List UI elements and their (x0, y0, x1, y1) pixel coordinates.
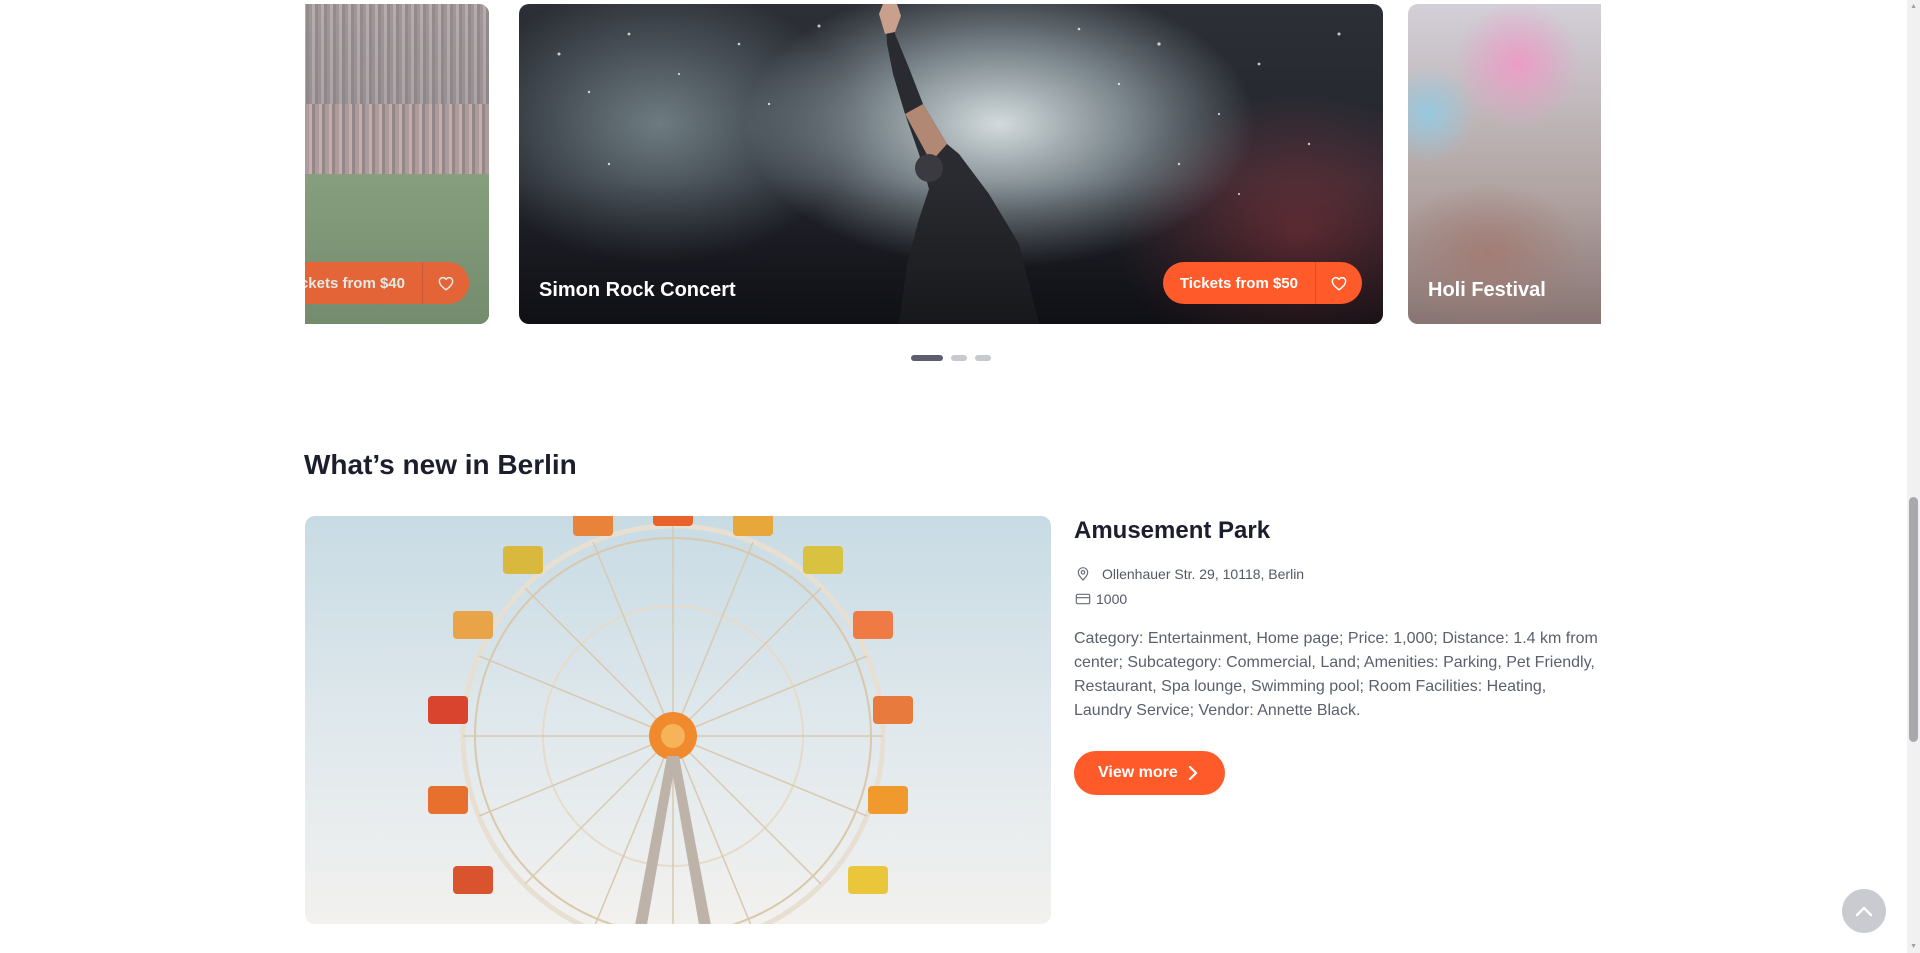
feature-info: Amusement Park Ollenhauer Str. 29, 10118… (1074, 517, 1604, 795)
carousel-pagination (911, 355, 991, 361)
scroll-up-arrow-icon[interactable]: ▲ (1910, 3, 1917, 10)
view-more-button[interactable]: View more (1074, 751, 1225, 795)
ticket-price-label: Tickets from $50 (1179, 274, 1298, 292)
feature-count: 1000 (1074, 590, 1127, 608)
heart-icon[interactable] (1316, 262, 1362, 304)
slide-title: Holi Festival (1428, 279, 1546, 301)
count-text: 1000 (1096, 591, 1128, 607)
back-to-top-button[interactable] (1842, 889, 1886, 933)
ticket-price-label: Tickets from $40 (305, 274, 405, 292)
ticket-icon (1074, 590, 1092, 608)
slide-image (1408, 4, 1601, 324)
feature-address: Ollenhauer Str. 29, 10118, Berlin (1074, 565, 1304, 583)
events-carousel[interactable]: Tickets from $40 (305, 0, 1601, 330)
page-scrollbar[interactable]: ▲ ▼ (1907, 0, 1920, 953)
feature-title[interactable]: Amusement Park (1074, 517, 1604, 547)
map-pin-icon (1074, 565, 1092, 583)
slide-title: Simon Rock Concert (539, 279, 736, 301)
carousel-slide-stadium[interactable]: Tickets from $40 (305, 4, 489, 324)
carousel-slide-holi[interactable]: Holi Festival (1408, 4, 1601, 324)
view-more-label: View more (1098, 764, 1178, 781)
heart-icon[interactable] (423, 262, 469, 304)
carousel-dot[interactable] (951, 355, 967, 361)
carousel-dot[interactable] (975, 355, 991, 361)
carousel-dot[interactable] (911, 355, 943, 361)
ticket-price-button[interactable]: Tickets from $50 (1162, 262, 1362, 304)
chevron-up-icon (1855, 905, 1873, 917)
feature-description: Category: Entertainment, Home page; Pric… (1074, 630, 1598, 719)
address-text: Ollenhauer Str. 29, 10118, Berlin (1102, 566, 1305, 582)
scroll-down-arrow-icon[interactable]: ▼ (1910, 943, 1917, 950)
chevron-right-icon (1188, 766, 1198, 780)
feature-image[interactable] (305, 516, 1051, 924)
scrollbar-thumb[interactable] (1909, 497, 1918, 742)
carousel-slide-concert[interactable]: Simon Rock Concert Tickets from $50 (519, 4, 1383, 324)
section-title: What’s new in Berlin (304, 449, 577, 480)
ticket-price-button[interactable]: Tickets from $40 (305, 262, 469, 304)
